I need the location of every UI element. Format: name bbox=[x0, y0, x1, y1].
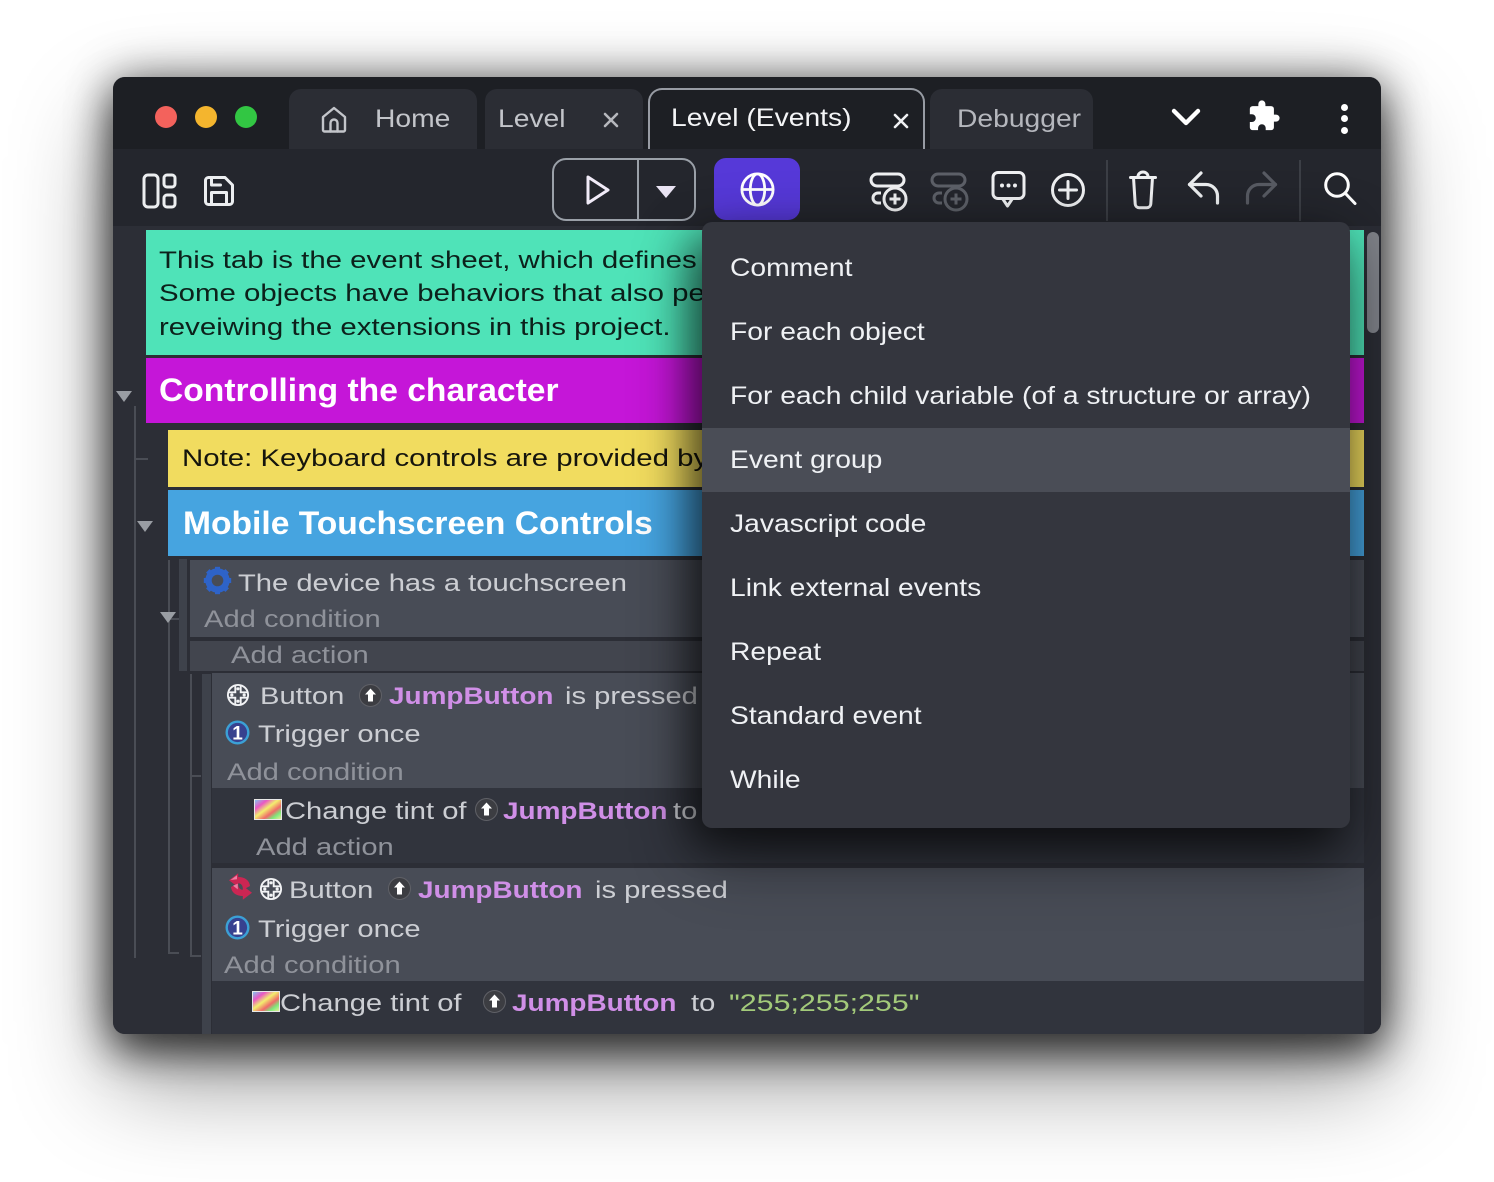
svg-text:1: 1 bbox=[232, 724, 243, 745]
svg-text:1: 1 bbox=[232, 919, 243, 940]
